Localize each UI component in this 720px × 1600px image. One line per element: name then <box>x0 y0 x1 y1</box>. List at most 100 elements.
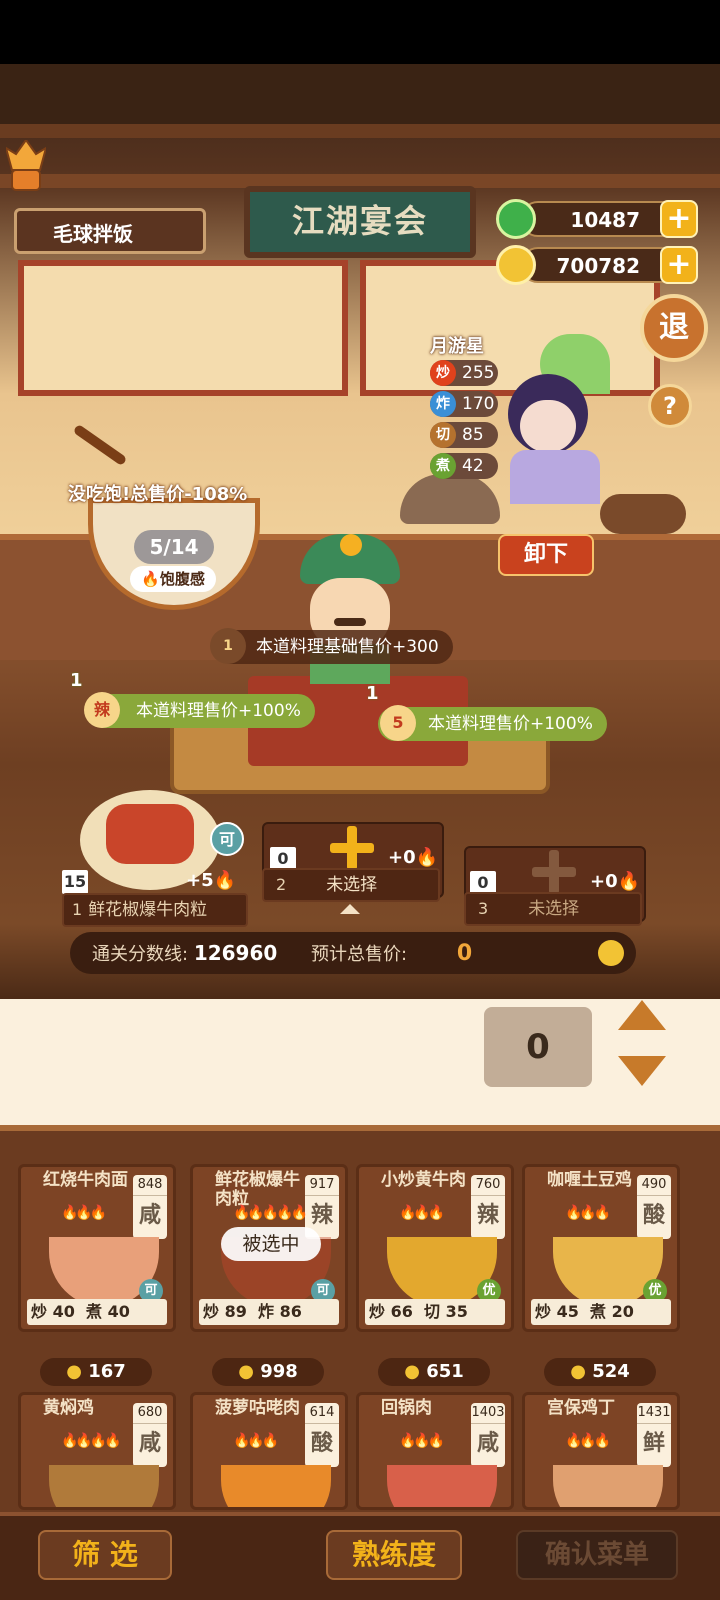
help-button[interactable]: ? <box>648 384 692 428</box>
window-left <box>18 260 348 396</box>
slot-3-label: 3 未选择 <box>464 892 642 926</box>
exit-button[interactable]: 退 <box>640 294 708 362</box>
dish-card[interactable]: 小炒黄牛肉 760 辣 🔥🔥🔥 优 炒 66 切 35 <box>356 1164 514 1332</box>
confirm-menu-button[interactable]: 确认菜单 <box>516 1530 678 1580</box>
quantity-panel <box>0 999 720 1125</box>
unload-label: 卸下 <box>523 542 568 567</box>
fullness-warning: 没吃饱!总售价-108% <box>68 484 248 505</box>
flame-icon: 🔥 <box>141 570 160 588</box>
pass-score-value: 126960 <box>193 941 278 965</box>
add-jade-button[interactable]: + <box>660 200 698 238</box>
slot-1-heat: +5🔥 <box>186 870 237 891</box>
proficiency-button[interactable]: 熟练度 <box>326 1530 462 1580</box>
dish-sell-price: ● 998 <box>212 1358 324 1386</box>
dish-image <box>221 1465 331 1507</box>
coin-icon <box>496 245 536 285</box>
buff-fire-count: 1 <box>366 683 379 704</box>
stir-fry-icon: 炒 <box>430 360 456 386</box>
player-name-plate: 毛球拌饭 <box>14 208 206 254</box>
fire-icon: 5 <box>380 705 416 741</box>
buff-base-price: 本道料理基础售价+300 <box>214 630 453 664</box>
cut-icon: 切 <box>430 422 456 448</box>
dish-sell-price: ● 524 <box>544 1358 656 1386</box>
flame-icon: 🔥 <box>213 870 237 891</box>
slot-1-count: 15 <box>62 870 88 894</box>
jade-icon <box>496 199 536 239</box>
flame-icon: 🔥🔥🔥 <box>61 1205 107 1221</box>
fullness-label: 🔥饱腹感 <box>130 566 216 592</box>
quantity-up-button[interactable] <box>618 1000 666 1030</box>
boil-icon: 煮 <box>430 453 456 479</box>
buff-spicy: 本道料理售价+100% <box>86 694 315 728</box>
banquet-sign: 江湖宴会 <box>244 186 476 258</box>
dish-stats: 炒 45 煮 20 <box>531 1299 671 1325</box>
dish-card[interactable]: 红烧牛肉面 848 咸 🔥🔥🔥 可 炒 40 煮 40 <box>18 1164 176 1332</box>
pass-score-label: 通关分数线: <box>92 944 189 965</box>
jade-amount: 10487 <box>570 208 640 232</box>
dish-price-tag: 1431 鲜 <box>637 1403 671 1467</box>
dish-stats: 炒 40 煮 40 <box>27 1299 167 1325</box>
dish-card[interactable]: 黄焖鸡 680 咸 🔥🔥🔥🔥 <box>18 1392 176 1510</box>
unload-chef-button[interactable]: 卸下 <box>498 534 594 576</box>
slot-3-heat: +0🔥 <box>590 871 641 892</box>
dish-price-tag: 1403 咸 <box>471 1403 505 1467</box>
quantity-down-button[interactable] <box>618 1056 666 1086</box>
deep-fry-icon: 炸 <box>430 391 456 417</box>
dish-stats: 炒 66 切 35 <box>365 1299 505 1325</box>
banquet-sign-text: 江湖宴会 <box>291 202 428 240</box>
buff-base-price-icon: 1 <box>210 628 246 664</box>
spicy-icon: 辣 <box>84 692 120 728</box>
total-price-label: 预计总售价: <box>311 944 408 965</box>
total-price-value: 0 <box>456 941 473 966</box>
dish-image <box>387 1465 497 1507</box>
score-bar: 通关分数线: 126960 预计总售价: 0 <box>70 932 636 974</box>
flame-icon: 🔥🔥🔥🔥 <box>61 1433 122 1449</box>
dish-card[interactable]: 回锅肉 1403 咸 🔥🔥🔥 <box>356 1392 514 1510</box>
dish-stats: 炒 89 炸 86 <box>199 1299 339 1325</box>
dish-card[interactable]: 菠萝咕咾肉 614 酸 🔥🔥🔥 <box>190 1392 348 1510</box>
dish-image <box>49 1465 159 1507</box>
dish-card[interactable]: 宫保鸡丁 1431 鲜 🔥🔥🔥 <box>522 1392 680 1510</box>
add-icon <box>532 850 576 894</box>
flame-icon: 🔥🔥🔥 <box>399 1205 445 1221</box>
slot-1-badge: 可 <box>210 822 244 856</box>
dish-sell-price: ● 651 <box>378 1358 490 1386</box>
dish-price-tag: 848 咸 <box>133 1175 167 1239</box>
coin-amount: 700782 <box>556 254 641 278</box>
coin-icon <box>598 940 624 966</box>
flame-icon: 🔥🔥🔥 <box>399 1433 445 1449</box>
coin-icon: ● <box>570 1361 593 1382</box>
flame-icon: 🔥🔥🔥🔥🔥 <box>233 1205 308 1221</box>
filter-button[interactable]: 筛 选 <box>38 1530 172 1580</box>
fullness-count: 5/14 <box>134 530 214 564</box>
slot-2-label: 2 未选择 <box>262 868 440 902</box>
chef-name: 月游星 <box>430 336 484 357</box>
dish-card-selected[interactable]: 鲜花椒爆牛肉粒 917 辣 🔥🔥🔥🔥🔥 被选中 可 炒 89 炸 86 <box>190 1164 348 1332</box>
flame-icon: 🔥🔥🔥 <box>565 1205 611 1221</box>
coin-icon: ● <box>238 1361 261 1382</box>
flame-icon: 🔥 <box>617 871 641 892</box>
coin-icon: ● <box>404 1361 427 1382</box>
coin-icon: ● <box>66 1361 89 1382</box>
player-name: 毛球拌饭 <box>53 222 133 246</box>
dish-price-tag: 680 咸 <box>133 1403 167 1467</box>
quantity-value[interactable]: 0 <box>484 1007 592 1087</box>
player-avatar-icon <box>6 140 46 191</box>
selected-tag: 被选中 <box>221 1227 321 1261</box>
dish-image <box>553 1465 663 1507</box>
slot-1[interactable]: 1 鲜花椒爆牛肉粒 <box>62 893 248 927</box>
buff-spicy-count: 1 <box>70 670 83 691</box>
slot-2-heat: +0🔥 <box>388 847 439 868</box>
wok-prop <box>400 474 500 524</box>
flame-icon: 🔥🔥🔥 <box>233 1433 279 1449</box>
selected-arrow-icon <box>340 904 360 914</box>
add-icon[interactable] <box>330 826 374 870</box>
flame-icon: 🔥🔥🔥 <box>565 1433 611 1449</box>
dish-card[interactable]: 咖喱土豆鸡 490 酸 🔥🔥🔥 优 炒 45 煮 20 <box>522 1164 680 1332</box>
dish-price-tag: 490 酸 <box>637 1175 671 1239</box>
add-coin-button[interactable]: + <box>660 246 698 284</box>
dish-sell-price: ● 167 <box>40 1358 152 1386</box>
cutting-board-prop <box>600 494 686 534</box>
dish-price-tag: 760 辣 <box>471 1175 505 1239</box>
chef-character <box>490 334 620 504</box>
